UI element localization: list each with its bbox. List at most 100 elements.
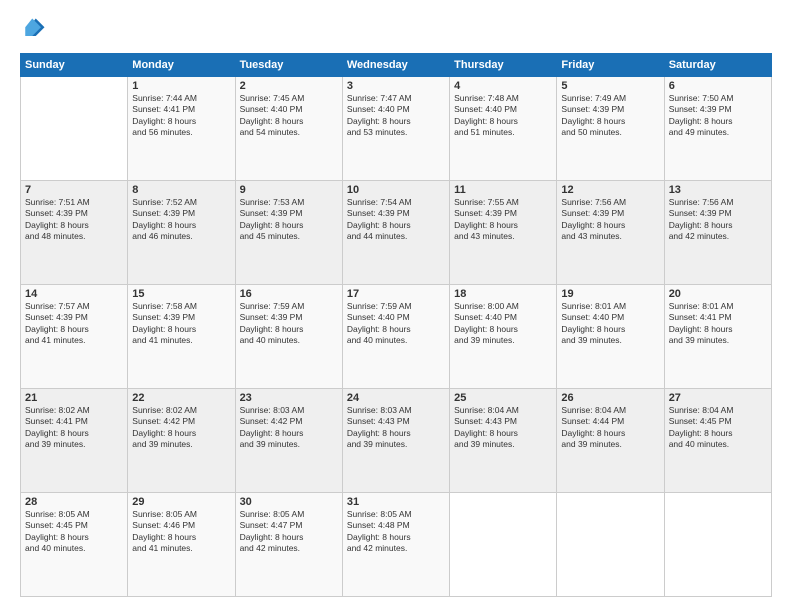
- day-detail: Sunrise: 7:54 AMSunset: 4:39 PMDaylight:…: [347, 197, 445, 243]
- day-detail: Sunrise: 7:44 AMSunset: 4:41 PMDaylight:…: [132, 93, 230, 139]
- calendar-cell: 24Sunrise: 8:03 AMSunset: 4:43 PMDayligh…: [342, 389, 449, 493]
- day-number: 26: [561, 392, 659, 404]
- header: [20, 15, 772, 43]
- calendar-cell: 13Sunrise: 7:56 AMSunset: 4:39 PMDayligh…: [664, 181, 771, 285]
- day-number: 30: [240, 496, 338, 508]
- day-number: 12: [561, 184, 659, 196]
- day-detail: Sunrise: 7:59 AMSunset: 4:39 PMDaylight:…: [240, 301, 338, 347]
- calendar-week-2: 7Sunrise: 7:51 AMSunset: 4:39 PMDaylight…: [21, 181, 772, 285]
- calendar-cell: 4Sunrise: 7:48 AMSunset: 4:40 PMDaylight…: [450, 77, 557, 181]
- calendar-cell: [664, 493, 771, 597]
- calendar-cell: 28Sunrise: 8:05 AMSunset: 4:45 PMDayligh…: [21, 493, 128, 597]
- calendar-cell: 3Sunrise: 7:47 AMSunset: 4:40 PMDaylight…: [342, 77, 449, 181]
- calendar-header-monday: Monday: [128, 54, 235, 77]
- day-number: 22: [132, 392, 230, 404]
- day-number: 25: [454, 392, 552, 404]
- day-detail: Sunrise: 7:48 AMSunset: 4:40 PMDaylight:…: [454, 93, 552, 139]
- calendar-week-3: 14Sunrise: 7:57 AMSunset: 4:39 PMDayligh…: [21, 285, 772, 389]
- day-detail: Sunrise: 7:58 AMSunset: 4:39 PMDaylight:…: [132, 301, 230, 347]
- calendar-cell: 15Sunrise: 7:58 AMSunset: 4:39 PMDayligh…: [128, 285, 235, 389]
- day-number: 10: [347, 184, 445, 196]
- day-detail: Sunrise: 7:53 AMSunset: 4:39 PMDaylight:…: [240, 197, 338, 243]
- calendar-cell: 17Sunrise: 7:59 AMSunset: 4:40 PMDayligh…: [342, 285, 449, 389]
- day-detail: Sunrise: 7:56 AMSunset: 4:39 PMDaylight:…: [669, 197, 767, 243]
- day-detail: Sunrise: 7:55 AMSunset: 4:39 PMDaylight:…: [454, 197, 552, 243]
- day-detail: Sunrise: 7:50 AMSunset: 4:39 PMDaylight:…: [669, 93, 767, 139]
- calendar-cell: 1Sunrise: 7:44 AMSunset: 4:41 PMDaylight…: [128, 77, 235, 181]
- day-number: 21: [25, 392, 123, 404]
- day-detail: Sunrise: 7:52 AMSunset: 4:39 PMDaylight:…: [132, 197, 230, 243]
- day-detail: Sunrise: 8:05 AMSunset: 4:47 PMDaylight:…: [240, 509, 338, 555]
- calendar-cell: 9Sunrise: 7:53 AMSunset: 4:39 PMDaylight…: [235, 181, 342, 285]
- calendar-cell: [21, 77, 128, 181]
- calendar-cell: 19Sunrise: 8:01 AMSunset: 4:40 PMDayligh…: [557, 285, 664, 389]
- day-detail: Sunrise: 8:04 AMSunset: 4:45 PMDaylight:…: [669, 405, 767, 451]
- day-detail: Sunrise: 7:51 AMSunset: 4:39 PMDaylight:…: [25, 197, 123, 243]
- day-number: 18: [454, 288, 552, 300]
- calendar-cell: 10Sunrise: 7:54 AMSunset: 4:39 PMDayligh…: [342, 181, 449, 285]
- calendar-cell: 30Sunrise: 8:05 AMSunset: 4:47 PMDayligh…: [235, 493, 342, 597]
- day-detail: Sunrise: 7:47 AMSunset: 4:40 PMDaylight:…: [347, 93, 445, 139]
- day-detail: Sunrise: 8:04 AMSunset: 4:43 PMDaylight:…: [454, 405, 552, 451]
- day-detail: Sunrise: 8:04 AMSunset: 4:44 PMDaylight:…: [561, 405, 659, 451]
- calendar-table: SundayMondayTuesdayWednesdayThursdayFrid…: [20, 53, 772, 597]
- day-number: 19: [561, 288, 659, 300]
- day-number: 9: [240, 184, 338, 196]
- day-number: 24: [347, 392, 445, 404]
- day-number: 11: [454, 184, 552, 196]
- day-number: 7: [25, 184, 123, 196]
- calendar-header-wednesday: Wednesday: [342, 54, 449, 77]
- day-detail: Sunrise: 7:45 AMSunset: 4:40 PMDaylight:…: [240, 93, 338, 139]
- calendar-header-thursday: Thursday: [450, 54, 557, 77]
- day-number: 23: [240, 392, 338, 404]
- calendar-cell: 8Sunrise: 7:52 AMSunset: 4:39 PMDaylight…: [128, 181, 235, 285]
- calendar-header-friday: Friday: [557, 54, 664, 77]
- day-number: 27: [669, 392, 767, 404]
- day-number: 16: [240, 288, 338, 300]
- day-detail: Sunrise: 7:49 AMSunset: 4:39 PMDaylight:…: [561, 93, 659, 139]
- day-detail: Sunrise: 8:02 AMSunset: 4:42 PMDaylight:…: [132, 405, 230, 451]
- logo: [20, 15, 52, 43]
- day-number: 14: [25, 288, 123, 300]
- day-detail: Sunrise: 7:57 AMSunset: 4:39 PMDaylight:…: [25, 301, 123, 347]
- day-detail: Sunrise: 7:56 AMSunset: 4:39 PMDaylight:…: [561, 197, 659, 243]
- calendar-cell: 11Sunrise: 7:55 AMSunset: 4:39 PMDayligh…: [450, 181, 557, 285]
- calendar-cell: 23Sunrise: 8:03 AMSunset: 4:42 PMDayligh…: [235, 389, 342, 493]
- day-detail: Sunrise: 8:01 AMSunset: 4:41 PMDaylight:…: [669, 301, 767, 347]
- day-detail: Sunrise: 8:01 AMSunset: 4:40 PMDaylight:…: [561, 301, 659, 347]
- calendar-cell: 18Sunrise: 8:00 AMSunset: 4:40 PMDayligh…: [450, 285, 557, 389]
- day-number: 6: [669, 80, 767, 92]
- page: SundayMondayTuesdayWednesdayThursdayFrid…: [0, 0, 792, 612]
- calendar-cell: 22Sunrise: 8:02 AMSunset: 4:42 PMDayligh…: [128, 389, 235, 493]
- day-number: 4: [454, 80, 552, 92]
- day-detail: Sunrise: 7:59 AMSunset: 4:40 PMDaylight:…: [347, 301, 445, 347]
- calendar-cell: 5Sunrise: 7:49 AMSunset: 4:39 PMDaylight…: [557, 77, 664, 181]
- calendar-cell: 14Sunrise: 7:57 AMSunset: 4:39 PMDayligh…: [21, 285, 128, 389]
- day-number: 2: [240, 80, 338, 92]
- day-detail: Sunrise: 8:05 AMSunset: 4:48 PMDaylight:…: [347, 509, 445, 555]
- day-number: 31: [347, 496, 445, 508]
- calendar-cell: [450, 493, 557, 597]
- logo-icon: [20, 15, 48, 43]
- day-detail: Sunrise: 8:03 AMSunset: 4:42 PMDaylight:…: [240, 405, 338, 451]
- calendar-cell: [557, 493, 664, 597]
- day-detail: Sunrise: 8:02 AMSunset: 4:41 PMDaylight:…: [25, 405, 123, 451]
- day-number: 13: [669, 184, 767, 196]
- day-number: 29: [132, 496, 230, 508]
- calendar-week-4: 21Sunrise: 8:02 AMSunset: 4:41 PMDayligh…: [21, 389, 772, 493]
- day-number: 17: [347, 288, 445, 300]
- calendar-cell: 29Sunrise: 8:05 AMSunset: 4:46 PMDayligh…: [128, 493, 235, 597]
- calendar-cell: 25Sunrise: 8:04 AMSunset: 4:43 PMDayligh…: [450, 389, 557, 493]
- day-detail: Sunrise: 8:05 AMSunset: 4:46 PMDaylight:…: [132, 509, 230, 555]
- calendar-cell: 16Sunrise: 7:59 AMSunset: 4:39 PMDayligh…: [235, 285, 342, 389]
- day-number: 3: [347, 80, 445, 92]
- calendar-cell: 27Sunrise: 8:04 AMSunset: 4:45 PMDayligh…: [664, 389, 771, 493]
- calendar-cell: 26Sunrise: 8:04 AMSunset: 4:44 PMDayligh…: [557, 389, 664, 493]
- day-detail: Sunrise: 8:00 AMSunset: 4:40 PMDaylight:…: [454, 301, 552, 347]
- calendar-header-sunday: Sunday: [21, 54, 128, 77]
- day-number: 20: [669, 288, 767, 300]
- day-detail: Sunrise: 8:05 AMSunset: 4:45 PMDaylight:…: [25, 509, 123, 555]
- day-detail: Sunrise: 8:03 AMSunset: 4:43 PMDaylight:…: [347, 405, 445, 451]
- calendar-header-row: SundayMondayTuesdayWednesdayThursdayFrid…: [21, 54, 772, 77]
- calendar-cell: 31Sunrise: 8:05 AMSunset: 4:48 PMDayligh…: [342, 493, 449, 597]
